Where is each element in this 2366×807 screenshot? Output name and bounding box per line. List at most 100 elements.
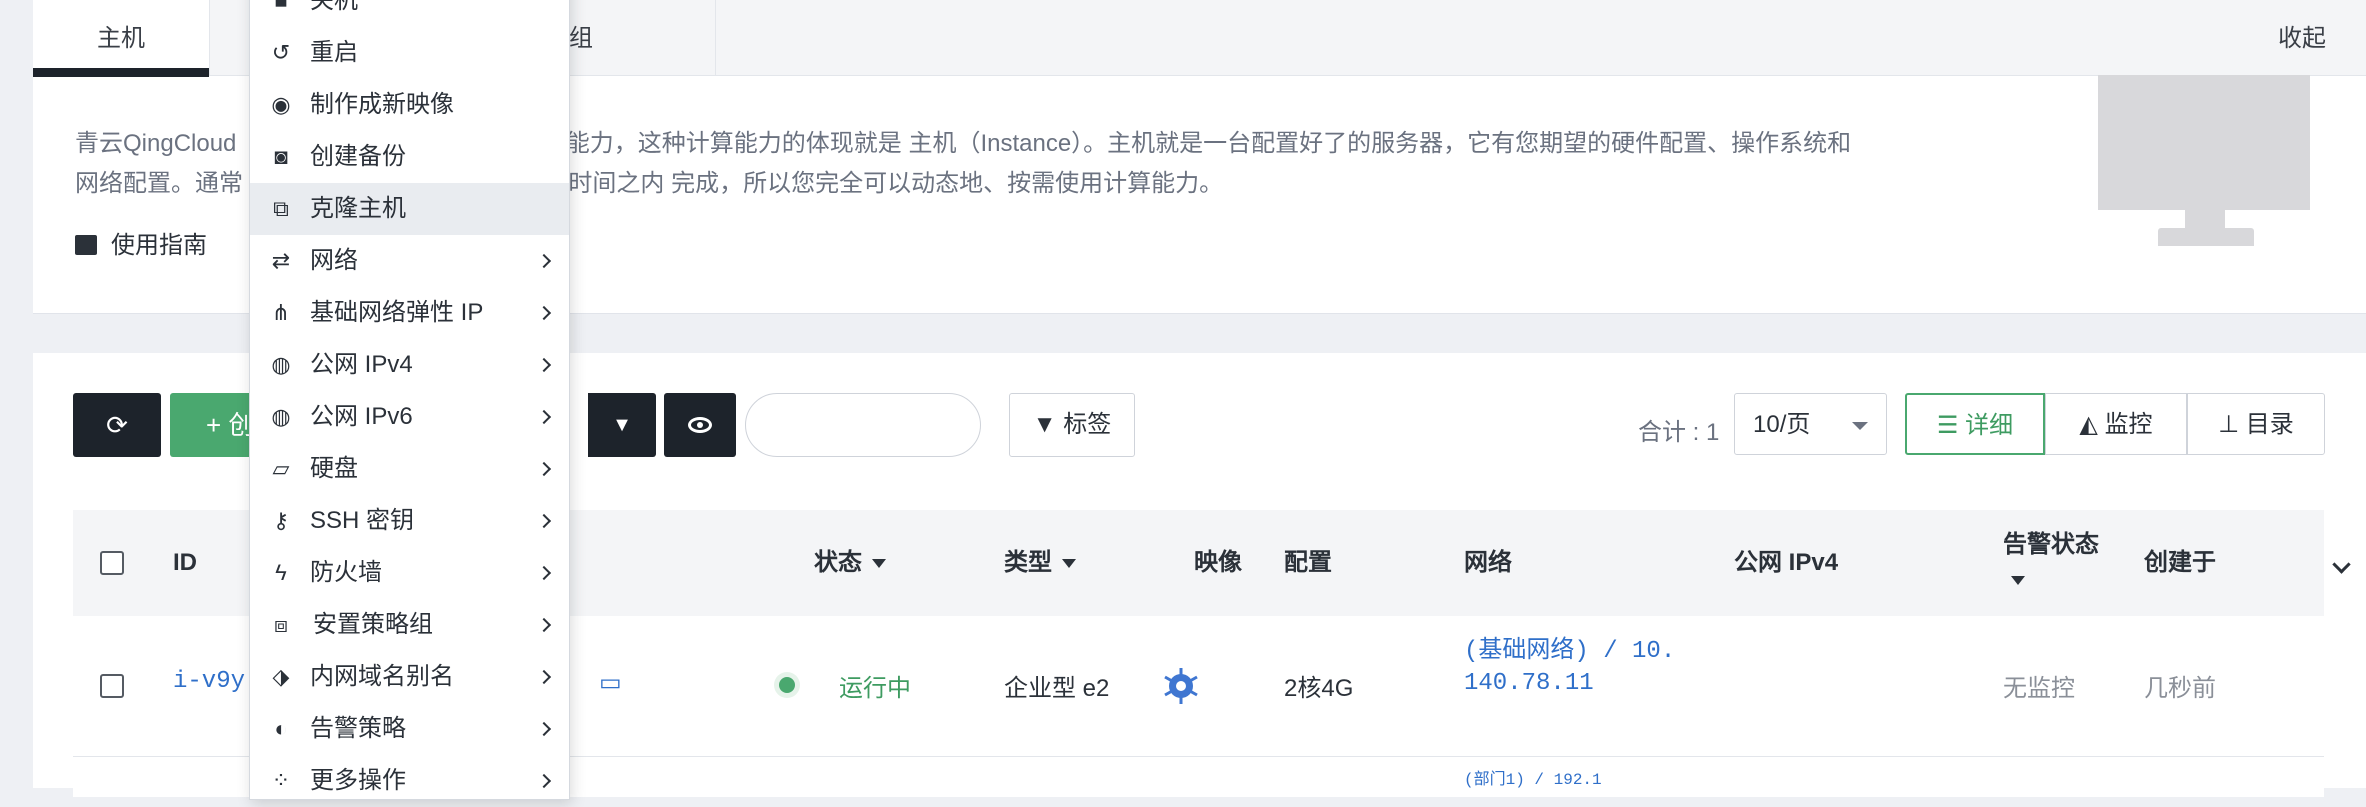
chevron-right-icon <box>536 721 552 737</box>
chevron-right-icon <box>536 773 552 789</box>
menu-item-firewall[interactable]: ϟ 防火墙 <box>250 547 569 599</box>
sort-caret-icon <box>872 559 886 568</box>
chevron-right-icon <box>536 513 552 529</box>
bolt-icon: ϟ <box>275 560 287 585</box>
restart-icon: ↺ <box>271 40 291 65</box>
view-catalog-label: 目录 <box>2245 411 2294 438</box>
network-link[interactable]: (基础网络) / 10. 140.78.11 <box>1464 636 1675 700</box>
menu-item-more-actions[interactable]: ⁘ 更多操作 <box>250 755 569 807</box>
menu-item-shutdown[interactable]: ■ 关机 <box>250 0 569 27</box>
sort-caret-icon <box>2011 576 2025 585</box>
menu-item-network[interactable]: ⇄ 网络 <box>250 235 569 287</box>
select-all-checkbox[interactable] <box>100 551 124 575</box>
chevron-down-icon[interactable] <box>2332 555 2351 574</box>
page-size-value: 10/页 <box>1753 411 1811 438</box>
page-size-select[interactable]: 10/页 <box>1734 393 1887 455</box>
clone-icon: ⧉ <box>273 196 289 221</box>
view-catalog-button[interactable]: ⊥ 目录 <box>2187 393 2325 455</box>
menu-item-clone[interactable]: ⧉ 克隆主机 <box>250 183 569 235</box>
power-icon: ■ <box>274 0 288 13</box>
console-icon[interactable]: ▭ <box>599 668 622 697</box>
tag-filter-button[interactable]: ▼ 标签 <box>1009 393 1135 457</box>
menu-item-ssh-key[interactable]: ⚷ SSH 密钥 <box>250 495 569 547</box>
col-id: ID <box>173 549 197 576</box>
more-actions-dropdown[interactable]: ▼ <box>588 393 656 457</box>
col-type-label: 类型 <box>1004 549 1052 576</box>
status-text: 运行中 <box>839 675 911 702</box>
menu-item-public-ipv4[interactable]: ◍ 公网 IPv4 <box>250 339 569 391</box>
key-icon: ⚷ <box>272 508 290 533</box>
col-config: 配置 <box>1284 549 1332 576</box>
monitor-illustration <box>2098 75 2310 210</box>
instance-id-link[interactable]: i-v9y <box>173 668 245 695</box>
tab-host[interactable]: 主机 <box>33 0 210 77</box>
alarm-status: 无监控 <box>2003 675 2075 702</box>
col-status[interactable]: 状态 <box>814 510 886 616</box>
monitor-illustration-stand <box>2185 210 2225 228</box>
network-icon: ⇄ <box>271 248 291 273</box>
disc-icon: ◉ <box>271 92 291 117</box>
menu-item-dns-alias[interactable]: ⬗ 内网域名别名 <box>250 651 569 703</box>
user-guide-label: 使用指南 <box>111 232 207 259</box>
sitemap-icon: ⊥ <box>2218 411 2240 438</box>
globe-icon: ◍ <box>271 404 291 429</box>
total-count: 合计 : 1 <box>1638 419 1720 446</box>
col-created: 创建于 <box>2144 549 2216 576</box>
chevron-right-icon <box>536 409 552 425</box>
menu-item-restart[interactable]: ↺ 重启 <box>250 27 569 79</box>
eye-icon <box>688 417 712 433</box>
grid-icon: ⁘ <box>271 768 291 793</box>
status-running-dot <box>779 677 795 693</box>
chevron-right-icon <box>536 617 552 633</box>
tag-filter-label: 标签 <box>1063 411 1112 438</box>
tag-icon: ⬗ <box>272 664 290 689</box>
menu-item-create-image[interactable]: ◉ 制作成新映像 <box>250 79 569 131</box>
network-line-1: (基础网络) / 10. <box>1464 638 1676 665</box>
camera-icon: ◙ <box>274 144 288 169</box>
globe-icon: ◍ <box>271 352 291 377</box>
col-alarm-status[interactable]: 告警状态 <box>2003 530 2099 585</box>
menu-item-public-ipv6[interactable]: ◍ 公网 IPv6 <box>250 391 569 443</box>
list-icon: ☰ <box>1936 412 1959 439</box>
menu-item-placement-group[interactable]: ⧈ 安置策略组 <box>250 599 569 651</box>
created-at: 几秒前 <box>2144 675 2216 702</box>
filter-icon: ▼ <box>1032 411 1057 438</box>
col-status-label: 状态 <box>814 549 862 576</box>
user-guide-link[interactable]: 使用指南 <box>75 225 207 260</box>
refresh-button[interactable]: ⟳ <box>73 393 161 457</box>
col-public-ipv4: 公网 IPv4 <box>1734 549 1839 576</box>
menu-item-create-backup[interactable]: ◙ 创建备份 <box>250 131 569 183</box>
alarm-icon: ◐ <box>274 716 288 741</box>
menu-item-basic-eip[interactable]: ⋔ 基础网络弹性 IP <box>250 287 569 339</box>
chevron-right-icon <box>536 669 552 685</box>
search-input[interactable] <box>745 393 981 457</box>
chevron-right-icon <box>536 461 552 477</box>
col-alarm-status-label: 告警状态 <box>2003 531 2099 558</box>
row-checkbox[interactable] <box>100 674 124 698</box>
tab-host-label: 主机 <box>97 25 145 52</box>
disk-icon: ▱ <box>272 456 290 481</box>
instance-config: 2核4G <box>1284 675 1354 702</box>
menu-item-alarm-policy[interactable]: ◐ 告警策略 <box>250 703 569 755</box>
network-link[interactable]: (部门1) / 192.1 <box>1464 765 1602 789</box>
chevron-right-icon <box>536 305 552 321</box>
col-type[interactable]: 类型 <box>1004 510 1076 616</box>
monitor-illustration-base <box>2158 228 2254 246</box>
chevron-right-icon <box>536 565 552 581</box>
column-visibility-button[interactable] <box>664 393 736 457</box>
collapse-button[interactable]: 收起 <box>2278 0 2326 78</box>
snowflake-image-icon <box>1164 668 1198 704</box>
caret-down-icon: ▼ <box>612 414 632 436</box>
menu-item-disk[interactable]: ▱ 硬盘 <box>250 443 569 495</box>
intro-line-2: 网络配置。通常 到60秒的时间之内 完成，所以您完全可以动态地、按需使用计算能力… <box>75 170 1224 197</box>
col-network: 网络 <box>1464 549 1512 576</box>
view-monitor-button[interactable]: ◭ 监控 <box>2045 393 2187 455</box>
view-detail-label: 详细 <box>1965 412 2014 439</box>
caret-down-icon <box>1852 422 1868 430</box>
view-detail-button[interactable]: ☰ 详细 <box>1905 393 2045 455</box>
view-monitor-label: 监控 <box>2104 411 2153 438</box>
topology-icon: ⋔ <box>271 300 291 325</box>
instance-type: 企业型 e2 <box>1004 675 1110 702</box>
book-icon <box>75 235 97 255</box>
sort-caret-icon <box>1062 559 1076 568</box>
